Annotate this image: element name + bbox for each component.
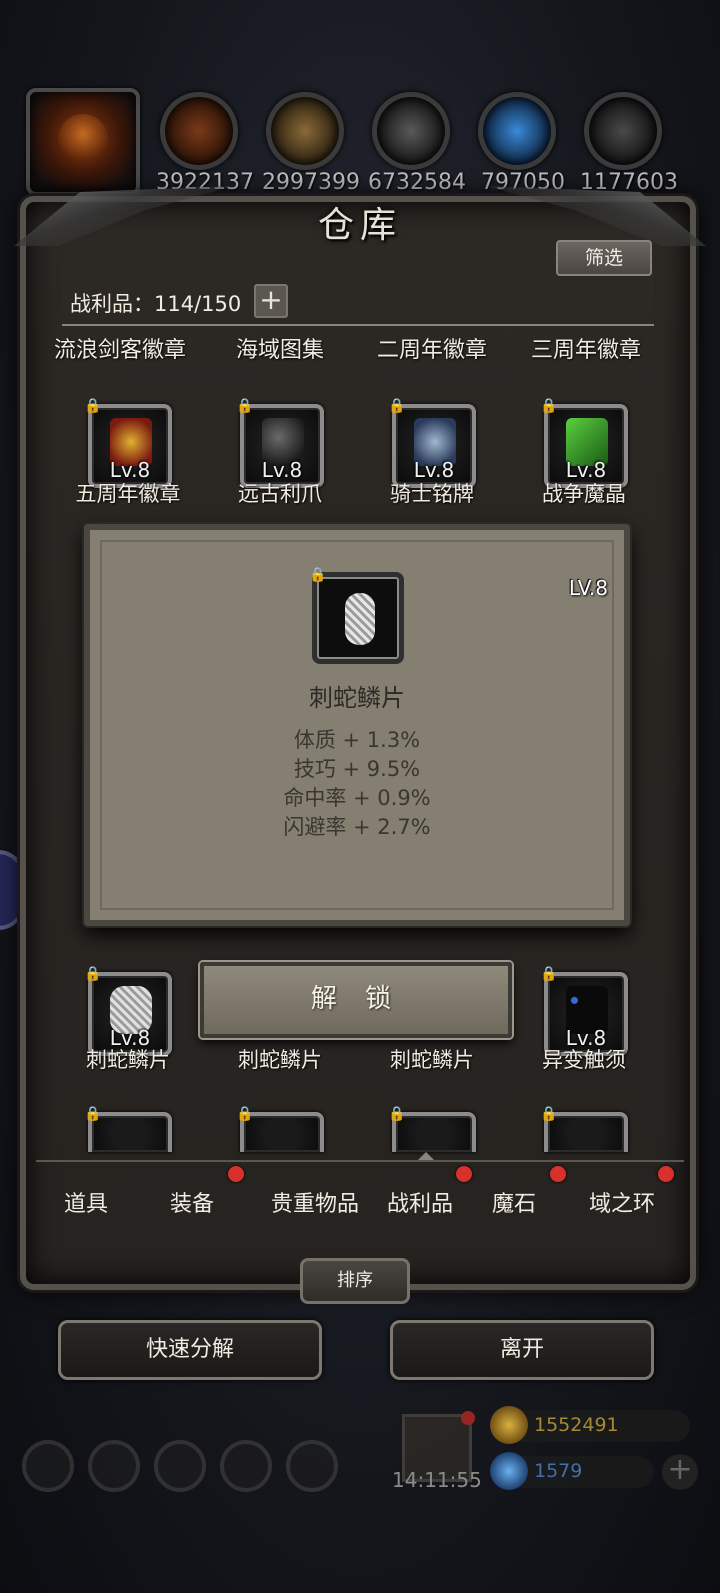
- item-name: 战争魔晶: [542, 482, 626, 506]
- active-tab-indicator: [418, 1152, 434, 1160]
- item-preview: 🔒: [309, 567, 404, 664]
- notification-dot: [456, 1166, 472, 1182]
- item-row-labels: 流浪剑客徽章 海域图集 二周年徽章 三周年徽章: [40, 332, 680, 366]
- sort-button[interactable]: 排序: [300, 1258, 410, 1304]
- guild-icon[interactable]: [154, 1440, 206, 1492]
- item-name: 骑士铭牌: [390, 482, 474, 506]
- item-detail-popup: 🔒 LV.8 刺蛇鳞片 体质 + 1.3% 技巧 + 9.5% 命中率 + 0.…: [84, 524, 630, 926]
- scale-icon: [345, 593, 375, 645]
- gem-icon: [490, 1452, 528, 1490]
- notification-dot: [228, 1166, 244, 1182]
- stone-icon: [584, 92, 662, 170]
- player-avatar[interactable]: [26, 88, 140, 196]
- item-slot[interactable]: 🔒 Lv.8: [540, 398, 628, 488]
- gold-coin-icon: [490, 1406, 528, 1444]
- stat-line: 闪避率 + 2.7%: [283, 815, 431, 839]
- tab-label: 道具: [63, 1192, 108, 1217]
- divider: [62, 324, 654, 326]
- unlock-button[interactable]: 解 锁: [200, 962, 512, 1038]
- lock-icon: 🔒: [540, 966, 558, 982]
- tab-domain-ring[interactable]: 域之环: [568, 1166, 676, 1218]
- lock-icon: 🔒: [84, 398, 102, 414]
- lock-icon: 🔒: [84, 1106, 102, 1122]
- tab-label: 装备: [169, 1192, 214, 1217]
- item-name: 刺蛇鳞片: [390, 1048, 474, 1072]
- tab-items[interactable]: 道具: [32, 1186, 140, 1218]
- crystal-icon: [478, 92, 556, 170]
- item-name: 远古利爪: [238, 482, 322, 506]
- item-slot[interactable]: 🔒 Lv.8: [84, 398, 172, 488]
- lock-icon: 🔒: [309, 567, 327, 583]
- add-currency-button[interactable]: +: [662, 1454, 698, 1490]
- gear-icon[interactable]: [22, 1440, 74, 1492]
- item-name: 流浪剑客徽章: [53, 338, 186, 363]
- quick-decompose-button[interactable]: 快速分解: [58, 1320, 322, 1380]
- notification-dot: [550, 1166, 566, 1182]
- lock-icon: 🔒: [388, 398, 406, 414]
- filter-button[interactable]: 筛选: [556, 240, 652, 276]
- tab-label: 战利品: [386, 1192, 453, 1217]
- stat-line: 体质 + 1.3%: [293, 728, 421, 752]
- item-slot[interactable]: 🔒: [388, 1106, 476, 1152]
- countdown-timer: 14:11:55: [392, 1468, 482, 1492]
- stat-line: 命中率 + 0.9%: [283, 786, 431, 810]
- item-name: 异变触须: [542, 1048, 626, 1072]
- resource-value: 6732584: [368, 170, 466, 195]
- tab-magic-stone[interactable]: 魔石: [460, 1166, 568, 1218]
- item-slot[interactable]: 🔒 Lv.8: [236, 398, 324, 488]
- notification-dot: [461, 1411, 475, 1425]
- notification-dot: [658, 1166, 674, 1182]
- item-name: 刺蛇鳞片: [238, 1048, 322, 1072]
- item-name: 二周年徽章: [376, 338, 487, 363]
- tab-valuables[interactable]: 贵重物品: [250, 1186, 380, 1218]
- item-name: 海域图集: [235, 338, 324, 363]
- resource-bar: 3922137 2997399 6732584 797050 1177603: [0, 88, 720, 198]
- item-title: 刺蛇鳞片: [309, 684, 405, 712]
- item-name: 五周年徽章: [75, 482, 181, 506]
- category-tabs: 道具 装备 贵重物品 战利品 魔石 域之环: [36, 1160, 684, 1232]
- item-slot[interactable]: 🔒: [540, 1106, 628, 1152]
- item-slot[interactable]: 🔒: [84, 1106, 172, 1152]
- tab-loot[interactable]: 战利品: [366, 1166, 474, 1218]
- item-name: 三周年徽章: [530, 338, 641, 363]
- mail-icon[interactable]: [220, 1440, 272, 1492]
- resource-value: 2997399: [262, 170, 360, 195]
- lock-icon: 🔒: [388, 1106, 406, 1122]
- tab-label: 魔石: [491, 1192, 536, 1217]
- lock-icon: 🔒: [236, 1106, 254, 1122]
- tab-equipment[interactable]: 装备: [138, 1166, 246, 1218]
- lock-icon: 🔒: [84, 966, 102, 982]
- wood-log-icon: [160, 92, 238, 170]
- menu-icon[interactable]: [88, 1440, 140, 1492]
- social-icon[interactable]: [286, 1440, 338, 1492]
- iron-ingot-icon: [372, 92, 450, 170]
- item-name: 刺蛇鳞片: [86, 1048, 170, 1072]
- tab-label: 贵重物品: [270, 1192, 359, 1217]
- pumpkin-icon: [58, 114, 108, 164]
- item-stats: 体质 + 1.3% 技巧 + 9.5% 命中率 + 0.9% 闪避率 + 2.7…: [90, 726, 624, 842]
- item-level: LV.8: [568, 576, 608, 600]
- gold-amount: 1552491: [534, 1414, 619, 1436]
- gem-amount: 1579: [534, 1460, 583, 1482]
- stat-line: 技巧 + 9.5%: [293, 757, 421, 781]
- lock-icon: 🔒: [540, 1106, 558, 1122]
- panel-title: 仓库: [317, 205, 402, 246]
- expand-capacity-button[interactable]: +: [254, 284, 288, 318]
- tab-label: 域之环: [588, 1192, 655, 1217]
- lock-icon: 🔒: [236, 398, 254, 414]
- leave-button[interactable]: 离开: [390, 1320, 654, 1380]
- lock-icon: 🔒: [540, 398, 558, 414]
- item-slot[interactable]: 🔒 Lv.8: [388, 398, 476, 488]
- item-slot[interactable]: 🔒: [236, 1106, 324, 1152]
- plank-icon: [266, 92, 344, 170]
- loot-count: 战利品：114/150: [70, 292, 242, 316]
